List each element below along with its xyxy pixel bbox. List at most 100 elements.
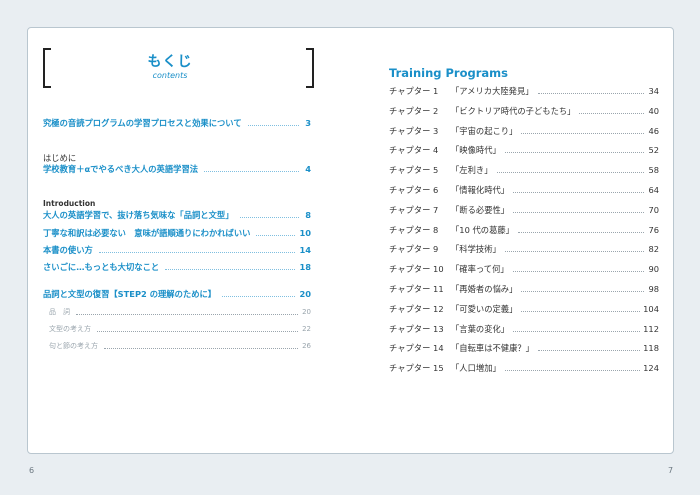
toc-entry-title: 丁寧な和訳は必要ない 意味が語順通りにわかればいい xyxy=(43,228,251,238)
leader-dots xyxy=(537,93,644,94)
introduction-label: Introduction xyxy=(43,199,96,208)
toc-entry-title: 本書の使い方 xyxy=(43,245,93,255)
leader-dots xyxy=(504,251,644,253)
chapter-row[interactable]: チャプター 13 「言葉の変化」 112 xyxy=(389,324,659,335)
chapter-row[interactable]: チャプター 2 「ビクトリア時代の子どもたち」 40 xyxy=(389,106,659,117)
toc-entry-intro-3[interactable]: 本書の使い方 14 xyxy=(43,245,311,256)
leader-dots xyxy=(247,125,299,126)
chapter-title: 「再婚者の悩み」 xyxy=(451,284,518,294)
toc-heading: もくじ xyxy=(147,54,193,70)
left-page-number: 6 xyxy=(29,466,35,475)
chapter-row[interactable]: チャプター 3 「宇宙の起こり」 46 xyxy=(389,126,659,137)
chapter-page: 90 xyxy=(648,264,659,275)
toc-subentry-page: 26 xyxy=(302,342,311,350)
chapter-page: 98 xyxy=(648,284,659,294)
leader-dots xyxy=(239,217,299,218)
toc-entry-page: 20 xyxy=(299,289,311,299)
chapter-label: チャプター 4 xyxy=(389,145,439,156)
toc-entry-title: さいごに…もっとも大切なこと xyxy=(43,262,160,272)
leader-dots xyxy=(204,171,299,172)
toc-entry-study[interactable]: 究極の音読プログラムの学習プロセスと効果について 3 xyxy=(43,118,311,129)
chapter-title: 「ビクトリア時代の子どもたち」 xyxy=(451,105,576,116)
leader-dots xyxy=(521,291,644,292)
chapter-row[interactable]: チャプター 11 「再婚者の悩み」 98 xyxy=(389,284,659,295)
chapter-page: 46 xyxy=(648,125,659,136)
chapter-label: チャプター 13 xyxy=(389,323,444,334)
toc-subentry-page: 22 xyxy=(302,325,311,333)
leader-dots xyxy=(504,370,641,372)
chapter-row[interactable]: チャプター 5 「左利き」 58 xyxy=(389,165,659,176)
leader-dots xyxy=(98,252,296,253)
leader-dots xyxy=(256,235,296,236)
chapter-page: 64 xyxy=(648,185,659,195)
toc-entry-intro-4[interactable]: さいごに…もっとも大切なこと 18 xyxy=(43,262,311,273)
chapter-row[interactable]: チャプター 1 「アメリカ大陸発見」 34 xyxy=(389,86,659,97)
chapter-row[interactable]: チャプター 10 「確率って何」 90 xyxy=(389,264,659,275)
chapter-title: 「映像時代」 xyxy=(451,145,501,156)
toc-entry-title: 学校教育＋αでやるべき大人の英語学習法 xyxy=(43,164,199,174)
leader-dots xyxy=(579,112,644,114)
chapter-title: 「アメリカ大陸発見」 xyxy=(451,86,534,96)
toc-entry-title: 究極の音読プログラムの学習プロセスと効果について xyxy=(43,118,242,128)
chapter-title: 「科学技術」 xyxy=(451,244,501,255)
training-programs-heading: Training Programs xyxy=(389,66,508,80)
leader-dots xyxy=(513,330,641,332)
chapter-row[interactable]: チャプター 6 「情報化時代」 64 xyxy=(389,185,659,196)
chapter-row[interactable]: チャプター 9 「科学技術」 82 xyxy=(389,244,659,255)
leader-dots xyxy=(537,350,641,352)
chapter-page: 52 xyxy=(648,145,659,156)
chapter-label: チャプター 8 xyxy=(389,224,439,235)
toc-entry-page: 3 xyxy=(305,118,311,128)
leader-dots xyxy=(76,314,299,315)
leader-dots xyxy=(513,192,644,193)
chapter-title: 「10 代の葛藤」 xyxy=(451,224,514,235)
chapter-label: チャプター 3 xyxy=(389,125,439,136)
toc-entry-school[interactable]: 学校教育＋αでやるべき大人の英語学習法 4 xyxy=(43,164,311,175)
toc-subheading: contents xyxy=(152,71,188,80)
toc-subentry-title: 品 詞 xyxy=(49,308,70,316)
chapter-label: チャプター 6 xyxy=(389,185,439,195)
leader-dots xyxy=(97,331,299,332)
leader-dots xyxy=(496,172,644,174)
hajimeni-label: はじめに xyxy=(43,153,77,163)
toc-entry-title: 大人の英語学習で、抜け落ち気味な「品詞と文型」 xyxy=(43,210,234,220)
toc-entry-page: 4 xyxy=(305,164,311,174)
toc-subentry-3[interactable]: 句と節の考え方 26 xyxy=(43,341,311,352)
chapter-label: チャプター 2 xyxy=(389,105,439,116)
toc-entry-review[interactable]: 品詞と文型の復習【STEP2 の理解のために】 20 xyxy=(43,289,311,300)
toc-entry-intro-2[interactable]: 丁寧な和訳は必要ない 意味が語順通りにわかればいい 10 xyxy=(43,228,311,239)
chapter-row[interactable]: チャプター 4 「映像時代」 52 xyxy=(389,145,659,156)
chapter-title: 「可愛いの定義」 xyxy=(451,303,518,314)
chapter-page: 58 xyxy=(648,165,659,176)
toc-subentry-2[interactable]: 文型の考え方 22 xyxy=(43,324,311,335)
chapter-label: チャプター 11 xyxy=(389,284,444,294)
leader-dots xyxy=(521,310,641,312)
left-bracket xyxy=(43,48,51,88)
chapter-title: 「宇宙の起こり」 xyxy=(451,125,518,136)
chapter-row[interactable]: チャプター 12 「可愛いの定義」 104 xyxy=(389,304,659,315)
chapter-row[interactable]: チャプター 7 「断る必要性」 70 xyxy=(389,205,659,216)
chapter-row[interactable]: チャプター 15 「人口増加」 124 xyxy=(389,363,659,374)
leader-dots xyxy=(504,152,644,154)
right-page-number: 7 xyxy=(668,466,674,475)
chapter-title: 「情報化時代」 xyxy=(451,185,510,195)
chapter-title: 「確率って何」 xyxy=(451,264,509,275)
chapter-label: チャプター 7 xyxy=(389,204,439,215)
toc-entry-page: 14 xyxy=(299,245,311,255)
leader-dots xyxy=(512,271,644,273)
chapter-page: 124 xyxy=(643,363,659,374)
toc-entry-intro-1[interactable]: 大人の英語学習で、抜け落ち気味な「品詞と文型」 8 xyxy=(43,210,311,221)
right-bracket xyxy=(306,48,314,88)
toc-entry-page: 18 xyxy=(299,262,311,272)
toc-subentry-1[interactable]: 品 詞 20 xyxy=(43,307,311,318)
chapter-page: 76 xyxy=(648,224,659,235)
chapter-label: チャプター 5 xyxy=(389,165,439,176)
toc-subentry-title: 句と節の考え方 xyxy=(49,342,98,350)
chapter-row[interactable]: チャプター 8 「10 代の葛藤」 76 xyxy=(389,225,659,236)
chapter-row[interactable]: チャプター 14 「自転車は不健康？」 118 xyxy=(389,343,659,354)
toc-subentry-title: 文型の考え方 xyxy=(49,325,91,333)
toc-entry-title: 品詞と文型の復習【STEP2 の理解のために】 xyxy=(43,289,217,299)
chapter-title: 「自転車は不健康？」 xyxy=(451,343,534,354)
chapter-page: 34 xyxy=(648,86,659,96)
toc-entry-page: 10 xyxy=(299,228,311,238)
